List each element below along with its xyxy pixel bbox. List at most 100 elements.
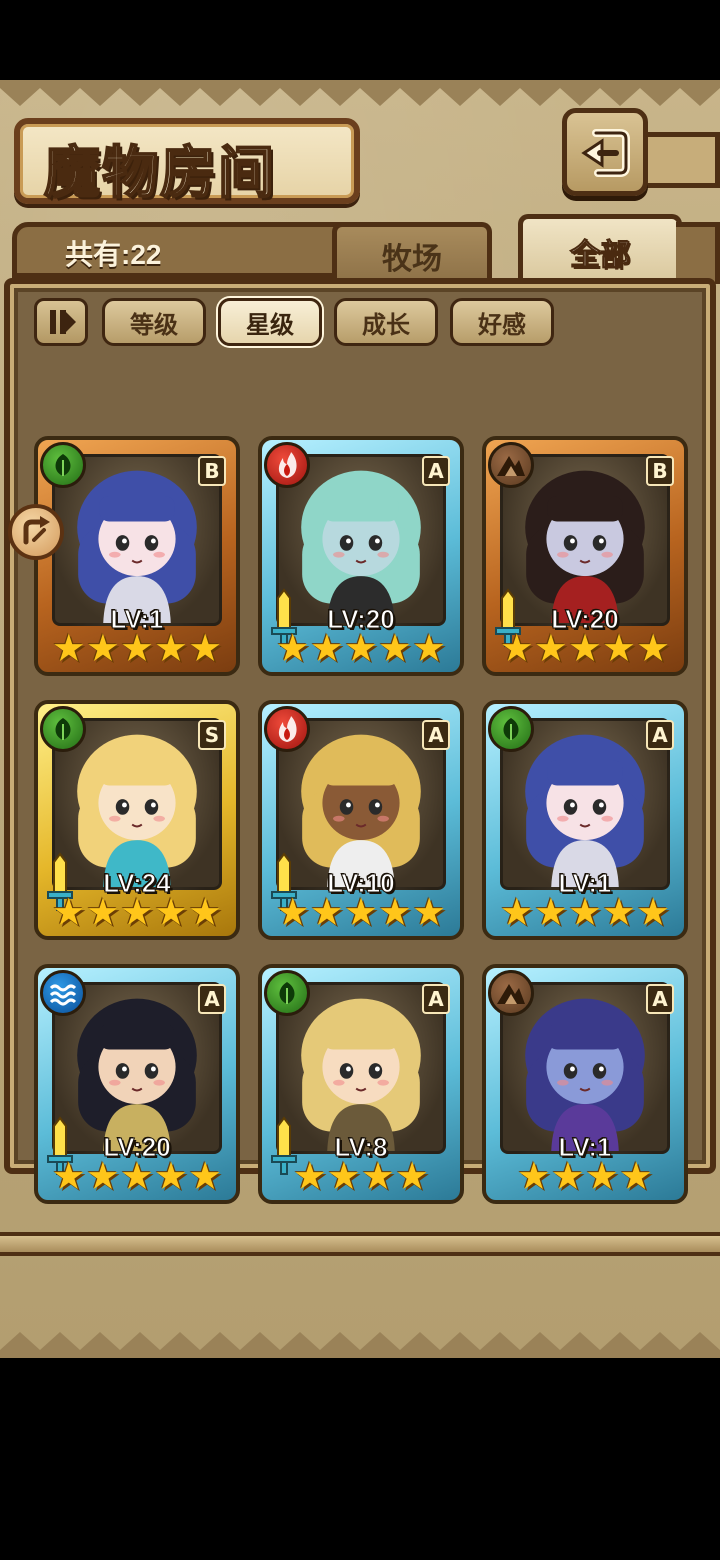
star-icon: ★: [636, 626, 671, 670]
title-plate: 魔物房间: [14, 118, 360, 207]
star-rating: ★ ★ ★ ★ ★: [262, 892, 460, 932]
star-rating: ★ ★ ★ ★ ★: [38, 1156, 236, 1196]
star-icon: ★: [395, 1154, 430, 1198]
sort-order-icon: [50, 310, 76, 334]
monster-count: 共有:22: [65, 239, 162, 270]
star-rating: ★ ★ ★ ★ ★: [38, 892, 236, 932]
monster-card[interactable]: A LV:8 ★ ★ ★ ★: [258, 964, 464, 1204]
star-icon: ★: [567, 626, 603, 670]
star-icon: ★: [567, 890, 603, 934]
star-icon: ★: [412, 626, 447, 670]
monster-count-bar: 共有:22: [12, 222, 342, 278]
grass-element-icon: [40, 706, 86, 752]
star-icon: ★: [378, 890, 413, 934]
star-icon: ★: [188, 626, 223, 670]
side-menu-badge[interactable]: [8, 504, 64, 560]
sort-order-toggle[interactable]: [34, 298, 88, 346]
sort-by-affection-button[interactable]: 好感: [450, 298, 554, 346]
back-button[interactable]: [562, 108, 648, 196]
star-icon: ★: [275, 626, 310, 670]
star-icon: ★: [516, 1154, 551, 1198]
rank-badge: A: [646, 984, 674, 1014]
star-icon: ★: [309, 890, 344, 934]
monster-card[interactable]: B LV:1 ★ ★ ★ ★ ★: [34, 436, 240, 676]
sort-by-level-button[interactable]: 等级: [102, 298, 206, 346]
star-icon: ★: [378, 626, 413, 670]
star-rating: ★ ★ ★ ★ ★: [262, 628, 460, 668]
star-icon: ★: [619, 1154, 654, 1198]
earth-element-icon: [488, 970, 534, 1016]
star-icon: ★: [51, 890, 86, 934]
rank-badge: A: [422, 456, 450, 486]
earth-element-icon: [488, 442, 534, 488]
star-icon: ★: [550, 1154, 585, 1198]
star-icon: ★: [412, 890, 447, 934]
fire-element-icon: [264, 442, 310, 488]
rank-badge: A: [422, 984, 450, 1014]
star-rating: ★ ★ ★ ★ ★: [38, 628, 236, 668]
star-icon: ★: [343, 890, 379, 934]
monster-card[interactable]: A LV:1 ★ ★ ★ ★ ★: [482, 700, 688, 940]
star-rating: ★ ★ ★ ★ ★: [486, 628, 684, 668]
tab-all[interactable]: 全部: [518, 214, 682, 284]
star-icon: ★: [85, 626, 120, 670]
panel-bottom-bar: [0, 1232, 720, 1256]
star-icon: ★: [85, 890, 120, 934]
page-title: 魔物房间: [43, 139, 276, 207]
star-icon: ★: [119, 1154, 155, 1198]
star-icon: ★: [51, 626, 86, 670]
curved-arrow-icon: [23, 516, 50, 545]
monster-card[interactable]: A LV:10 ★ ★ ★ ★ ★: [258, 700, 464, 940]
star-icon: ★: [602, 890, 637, 934]
star-rating: ★ ★ ★ ★: [262, 1156, 460, 1196]
torn-edge-top: [0, 80, 720, 106]
fire-element-icon: [264, 706, 310, 752]
star-icon: ★: [85, 1154, 120, 1198]
sort-by-growth-button[interactable]: 成长: [334, 298, 438, 346]
star-icon: ★: [51, 1154, 86, 1198]
star-icon: ★: [292, 1154, 327, 1198]
rank-badge: S: [198, 720, 226, 750]
star-icon: ★: [154, 1154, 189, 1198]
star-icon: ★: [533, 890, 568, 934]
back-button-rail: [640, 132, 720, 188]
star-icon: ★: [154, 626, 189, 670]
monster-card[interactable]: A LV:20 ★ ★ ★ ★ ★: [34, 964, 240, 1204]
star-icon: ★: [275, 890, 310, 934]
star-icon: ★: [499, 890, 534, 934]
rank-badge: A: [198, 984, 226, 1014]
star-icon: ★: [119, 890, 155, 934]
monster-card[interactable]: A LV:1 ★ ★ ★ ★: [482, 964, 688, 1204]
star-icon: ★: [309, 626, 344, 670]
tab-ranch[interactable]: 牧场: [332, 222, 492, 284]
star-icon: ★: [326, 1154, 361, 1198]
grass-element-icon: [488, 706, 534, 752]
rank-badge: B: [646, 456, 674, 486]
star-icon: ★: [343, 626, 379, 670]
rank-badge: A: [646, 720, 674, 750]
star-rating: ★ ★ ★ ★: [486, 1156, 684, 1196]
grass-element-icon: [40, 442, 86, 488]
star-icon: ★: [533, 626, 568, 670]
monster-card[interactable]: S LV:24 ★ ★ ★ ★ ★: [34, 700, 240, 940]
star-icon: ★: [188, 890, 223, 934]
tab-rail: [676, 222, 720, 284]
star-icon: ★: [361, 1154, 396, 1198]
star-icon: ★: [188, 1154, 223, 1198]
star-icon: ★: [585, 1154, 620, 1198]
monster-card[interactable]: A LV:20 ★ ★ ★ ★ ★: [258, 436, 464, 676]
rank-badge: A: [422, 720, 450, 750]
star-icon: ★: [154, 890, 189, 934]
back-arrow-icon: [581, 129, 630, 177]
sort-by-star-button[interactable]: 星级: [218, 298, 322, 346]
star-icon: ★: [119, 626, 155, 670]
torn-edge-bottom: [0, 1332, 720, 1358]
monster-card[interactable]: B LV:20 ★ ★ ★ ★ ★: [482, 436, 688, 676]
grass-element-icon: [264, 970, 310, 1016]
star-icon: ★: [499, 626, 534, 670]
star-icon: ★: [636, 890, 671, 934]
water-element-icon: [40, 970, 86, 1016]
rank-badge: B: [198, 456, 226, 486]
star-icon: ★: [602, 626, 637, 670]
star-rating: ★ ★ ★ ★ ★: [486, 892, 684, 932]
